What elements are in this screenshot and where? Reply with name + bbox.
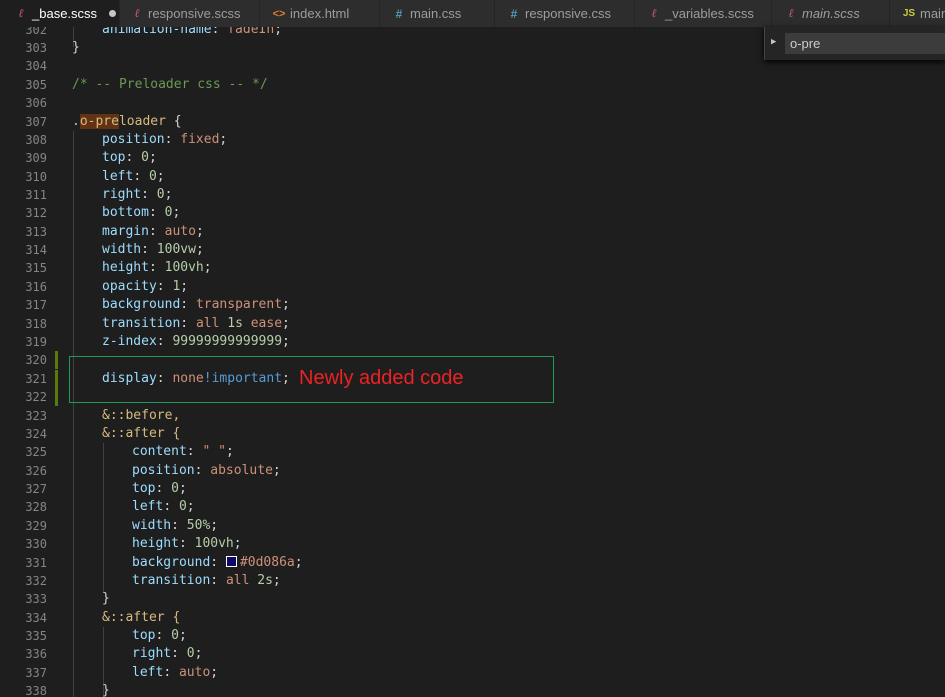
code-line: top: 0; [132,628,187,643]
code-line: height: 100vh; [102,260,212,275]
code-line: position: absolute; [132,463,281,478]
tab-label: _variables.scss [665,6,754,21]
code-line: top: 0; [102,150,157,165]
sass-icon: ℓ [788,6,794,20]
tab-main-scss[interactable]: ℓ main.scss [772,0,890,27]
tab-label: _base.scss [32,6,98,21]
code-line: background: transparent; [102,297,290,312]
css-icon: # [395,6,403,21]
code-line: z-index: 99999999999999; [102,334,290,349]
tab-index-html[interactable]: <> index.html [260,0,380,27]
find-input[interactable] [790,36,940,51]
tab-label: main [920,6,945,21]
editor-tab-bar: ℓ _base.scss ℓ responsive.scss <> index.… [0,0,945,27]
code-line: position: fixed; [102,132,228,147]
code-line: &::after { [102,426,181,441]
css-icon: # [510,6,518,21]
tab-responsive-css[interactable]: # responsive.css [495,0,635,27]
code-line: transition: all 2s; [132,573,281,588]
tab-responsive-scss[interactable]: ℓ responsive.scss [120,0,260,27]
code-line: left: 0; [102,169,165,184]
tab-main-css[interactable]: # main.css [380,0,495,27]
color-swatch-icon[interactable] [225,556,237,567]
indent-guide [73,131,74,697]
code-line: } [102,683,110,697]
html-icon: <> [272,7,286,20]
tab-label: responsive.css [525,6,611,21]
code-line: &::after { [102,610,181,625]
tab-label: responsive.scss [148,6,241,21]
code-line: &::before, [102,408,181,423]
sass-icon: ℓ [134,6,140,20]
code-line: width: 100vw; [102,242,204,257]
code-line: background: #0d086a; [132,555,303,570]
code-line: left: 0; [132,499,195,514]
code-line: } [102,591,110,606]
toggle-replace-chevron-icon[interactable]: ▶ [771,37,776,47]
annotation-label: Newly added code [299,367,464,389]
code-line: content: " "; [132,444,234,459]
sass-icon: ℓ [18,6,24,20]
code-line: } [72,40,80,55]
tab-main-js[interactable]: JS main [890,0,945,27]
code-line: opacity: 1; [102,279,189,294]
code-line: /* -- Preloader css -- */ [72,77,268,92]
code-line: .o-preloader { [72,114,182,129]
code-line: right: 0; [132,646,203,661]
code-line: height: 100vh; [132,536,242,551]
unsaved-dot-icon[interactable] [109,10,117,17]
code-line: left: auto; [132,665,219,680]
sass-icon: ℓ [651,6,657,20]
code-line: animation-name: fadeIn; [102,27,283,37]
js-icon: JS [902,8,916,19]
code-line: margin: auto; [102,224,204,239]
code-line: bottom: 0; [102,205,181,220]
code-line: top: 0; [132,481,187,496]
search-match-highlight: o-pre [79,114,119,129]
tab-label: index.html [290,6,350,21]
tab-label: main.css [410,6,462,21]
tab-label: main.scss [802,6,860,21]
code-line: width: 50%; [132,518,219,533]
tab-variables-scss[interactable]: ℓ _variables.scss [635,0,772,27]
code-line: right: 0; [102,187,173,202]
find-widget: ▶ / [764,27,945,60]
code-line: transition: all 1s ease; [102,316,290,331]
indent-guide [103,443,104,593]
find-input-container: / [785,33,945,54]
tab-base-scss[interactable]: ℓ _base.scss [0,0,120,27]
